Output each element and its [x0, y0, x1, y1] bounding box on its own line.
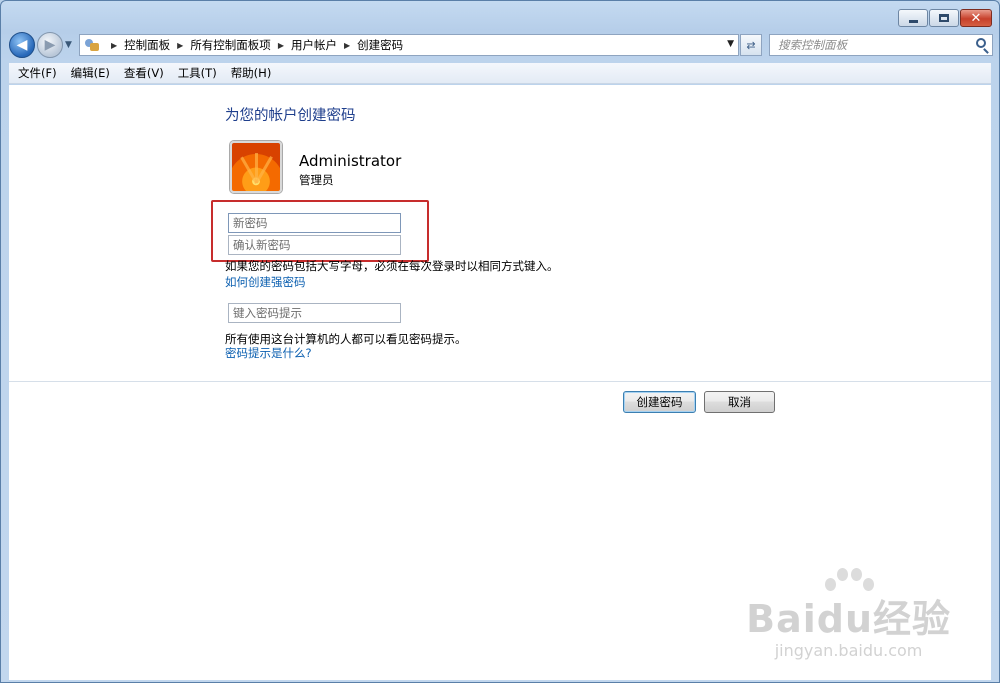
menu-view[interactable]: 查看(V) — [117, 65, 171, 81]
case-sensitivity-note: 如果您的密码包括大写字母，必须在每次登录时以相同方式键入。 — [225, 259, 559, 273]
control-panel-icon — [84, 37, 100, 53]
address-dropdown-icon[interactable]: ▼ — [727, 39, 734, 49]
close-button[interactable]: ✕ — [960, 9, 992, 27]
chevron-right-icon[interactable]: ▶ — [111, 41, 117, 50]
address-bar[interactable]: ▶ 控制面板 ▶ 所有控制面板项 ▶ 用户帐户 ▶ 创建密码 ▼ — [79, 34, 739, 56]
paw-toe — [825, 578, 837, 591]
search-input[interactable] — [778, 38, 968, 52]
refresh-icon: ⇄ — [746, 38, 756, 52]
paw-toe — [837, 568, 849, 581]
watermark-url: jingyan.baidu.com — [774, 641, 923, 660]
paw-toe — [863, 578, 875, 591]
minimize-button[interactable] — [898, 9, 928, 27]
menu-bar: 文件(F) 编辑(E) 查看(V) 工具(T) 帮助(H) — [9, 63, 991, 84]
caption-buttons: ✕ — [898, 9, 992, 27]
minimize-icon — [908, 19, 918, 23]
divider — [9, 381, 991, 382]
breadcrumb-all-items[interactable]: 所有控制面板项 — [190, 37, 271, 53]
forward-arrow-icon: ▶ — [44, 37, 56, 53]
paw-toe — [851, 568, 863, 581]
close-icon: ✕ — [970, 10, 982, 26]
password-hint-field[interactable] — [228, 303, 401, 323]
content-area: 为您的帐户创建密码 Administrator 管理员 如果您的密码包括大写字母… — [9, 85, 991, 680]
password-hint-help-link[interactable]: 密码提示是什么? — [225, 345, 312, 361]
paw-logo-icon — [821, 566, 881, 606]
user-name: Administrator — [299, 152, 402, 170]
control-panel-window: ✕ ◀ ▶ ▼ ▶ 控制面板 ▶ 所有控制面板项 ▶ 用户帐户 ▶ 创建密码 ▼… — [0, 0, 1000, 683]
maximize-button[interactable] — [929, 9, 959, 27]
search-icon[interactable] — [976, 38, 986, 48]
chevron-right-icon[interactable]: ▶ — [278, 41, 284, 50]
breadcrumb-user-accounts[interactable]: 用户帐户 — [291, 37, 337, 53]
maximize-icon — [939, 14, 949, 22]
refresh-button[interactable]: ⇄ — [740, 34, 762, 56]
menu-tools[interactable]: 工具(T) — [171, 65, 224, 81]
user-role: 管理员 — [299, 173, 334, 187]
back-arrow-icon: ◀ — [16, 37, 28, 53]
confirm-password-field[interactable] — [228, 235, 401, 255]
recent-pages-dropdown-icon[interactable]: ▼ — [65, 40, 72, 50]
user-avatar — [230, 141, 282, 193]
menu-help[interactable]: 帮助(H) — [224, 65, 279, 81]
navigation-bar: ◀ ▶ ▼ ▶ 控制面板 ▶ 所有控制面板项 ▶ 用户帐户 ▶ 创建密码 ▼ ⇄ — [7, 31, 993, 59]
new-password-field[interactable] — [228, 213, 401, 233]
baidu-watermark: Baidu经验 jingyan.baidu.com — [746, 568, 951, 660]
strong-password-link[interactable]: 如何创建强密码 — [225, 274, 306, 290]
search-box — [769, 34, 993, 56]
forward-button[interactable]: ▶ — [37, 32, 63, 58]
cancel-button[interactable]: 取消 — [704, 391, 775, 413]
create-password-button[interactable]: 创建密码 — [623, 391, 696, 413]
page-title: 为您的帐户创建密码 — [225, 108, 356, 124]
chevron-right-icon[interactable]: ▶ — [344, 41, 350, 50]
back-button[interactable]: ◀ — [9, 32, 35, 58]
breadcrumb-create-password[interactable]: 创建密码 — [357, 37, 403, 53]
menu-edit[interactable]: 编辑(E) — [64, 65, 117, 81]
menu-file[interactable]: 文件(F) — [11, 65, 64, 81]
breadcrumb-control-panel[interactable]: 控制面板 — [124, 37, 170, 53]
chevron-right-icon[interactable]: ▶ — [177, 41, 183, 50]
